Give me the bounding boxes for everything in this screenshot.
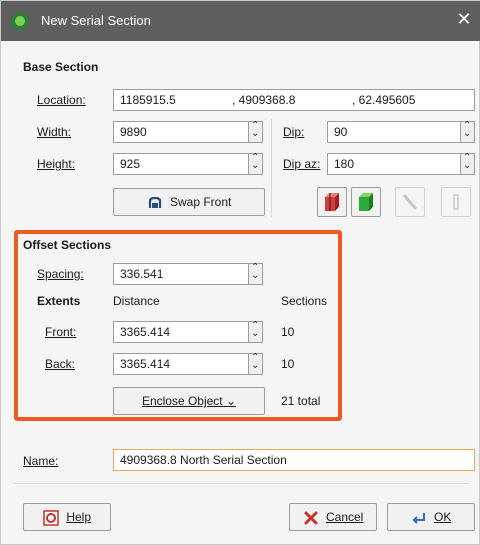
cancel-icon — [304, 511, 318, 525]
location-x: 1185915.5 — [120, 93, 176, 107]
title-bar: New Serial Section ✕ — [1, 1, 480, 41]
sections-header: Sections — [281, 294, 328, 308]
swap-front-icon — [148, 196, 161, 208]
window-title: New Serial Section — [41, 13, 151, 28]
box-red-icon — [325, 193, 339, 211]
line-icon — [402, 194, 418, 210]
swap-front-button[interactable]: Swap Front — [113, 188, 265, 216]
back-label: Back: — [45, 357, 76, 371]
footer-divider — [13, 483, 469, 484]
total-sections: 21 total — [281, 394, 321, 408]
dip-az-label: Dip az: — [283, 157, 321, 171]
dip-input[interactable]: 90 — [327, 121, 461, 143]
height-label: Height: — [37, 157, 76, 171]
swap-front-label: Swap Front — [169, 195, 232, 209]
offset-sections-heading: Offset Sections — [23, 238, 112, 252]
back-distance-stepper[interactable] — [249, 352, 263, 375]
base-section-divider — [271, 119, 272, 217]
width-label: Width: — [37, 125, 72, 139]
box-green-icon — [359, 193, 373, 211]
cancel-button[interactable]: Cancel — [289, 503, 377, 531]
help-button[interactable]: Help — [23, 503, 111, 531]
line-button[interactable] — [395, 187, 425, 217]
name-label: Name: — [23, 454, 59, 468]
location-z: , 62.495605 — [352, 93, 416, 107]
extents-label: Extents — [37, 294, 81, 308]
height-input[interactable]: 925 — [113, 153, 249, 175]
help-label: Help — [66, 510, 92, 524]
dip-stepper[interactable] — [461, 120, 475, 143]
front-distance-stepper[interactable] — [249, 320, 263, 343]
width-input[interactable]: 9890 — [113, 121, 249, 143]
ok-button[interactable]: OK — [387, 503, 475, 531]
location-label: Location: — [37, 93, 86, 107]
pipe-button[interactable] — [441, 187, 471, 217]
close-icon[interactable]: ✕ — [453, 8, 475, 30]
width-stepper[interactable] — [249, 120, 263, 143]
help-icon — [43, 510, 59, 526]
back-distance-input[interactable]: 3365.414 — [113, 353, 249, 375]
dip-az-stepper[interactable] — [461, 152, 475, 175]
location-y: , 4909368.8 — [232, 93, 296, 107]
height-stepper[interactable] — [249, 152, 263, 175]
enclose-object-label: Enclose Object ⌄ — [141, 394, 237, 408]
ok-icon — [412, 512, 425, 524]
spacing-input[interactable]: 336.541 — [113, 263, 249, 285]
app-icon — [11, 12, 29, 30]
base-section-heading: Base Section — [23, 60, 99, 74]
ok-label: OK — [434, 510, 452, 524]
spacing-label: Spacing: — [37, 267, 84, 281]
dip-label: Dip: — [283, 125, 305, 139]
front-sections-count: 10 — [281, 325, 295, 339]
cancel-label: Cancel — [325, 510, 364, 524]
front-label: Front: — [45, 325, 77, 339]
location-field[interactable]: 1185915.5 , 4909368.8 , 62.495605 — [113, 89, 475, 111]
front-distance-input[interactable]: 3365.414 — [113, 321, 249, 343]
spacing-stepper[interactable] — [249, 262, 263, 285]
back-sections-count: 10 — [281, 357, 295, 371]
pipe-icon — [453, 194, 459, 210]
new-serial-section-dialog: New Serial Section ✕ Base Section Locati… — [0, 0, 480, 545]
box-red-button[interactable] — [317, 187, 347, 217]
name-input[interactable]: 4909368.8 North Serial Section — [113, 449, 475, 471]
distance-header: Distance — [113, 294, 160, 308]
dip-az-input[interactable]: 180 — [327, 153, 461, 175]
enclose-object-button[interactable]: Enclose Object ⌄ — [113, 387, 265, 415]
box-green-button[interactable] — [351, 187, 381, 217]
